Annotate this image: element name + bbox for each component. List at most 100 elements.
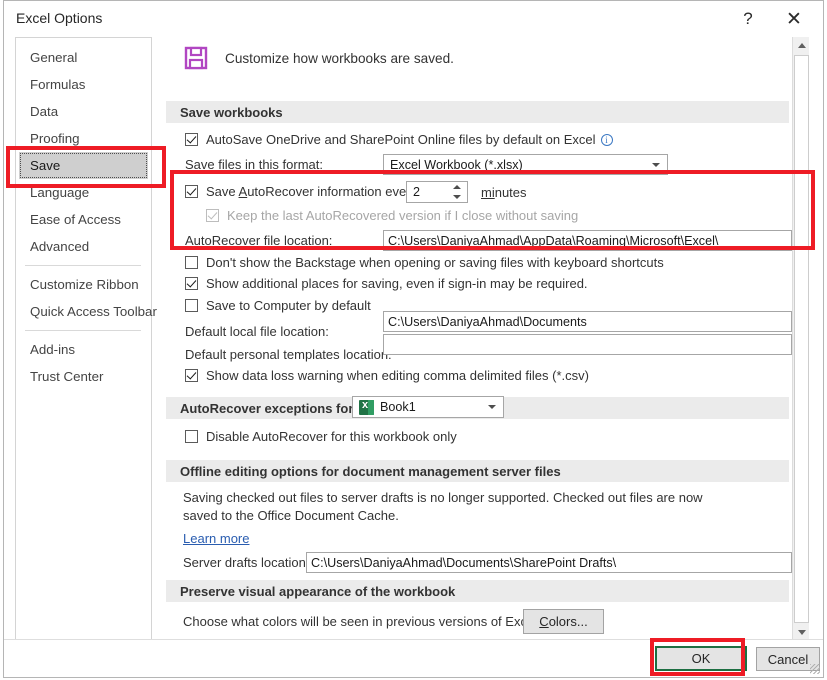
learn-more-link[interactable]: Learn more — [183, 531, 249, 546]
sidebar-item-label: Save — [30, 158, 60, 173]
save-floppy-icon — [183, 45, 209, 71]
scrollbar-thumb[interactable] — [794, 55, 809, 623]
autorecover-workbook-dropdown[interactable]: Book1 — [352, 396, 504, 418]
server-drafts-input[interactable]: C:\Users\DaniyaAhmad\Documents\SharePoin… — [306, 552, 792, 573]
choose-colors-row: Choose what colors will be seen in previ… — [183, 614, 558, 629]
show-additional-places-checkbox[interactable]: Show additional places for saving, even … — [185, 276, 588, 291]
sidebar-item-label: Language — [30, 185, 89, 200]
csv-warning-checkbox[interactable]: Show data loss warning when editing comm… — [185, 368, 589, 383]
vertical-scrollbar[interactable] — [792, 37, 809, 641]
save-format-value: Excel Workbook (*.xlsx) — [390, 158, 523, 172]
checkbox-label: Disable AutoRecover for this workbook on… — [206, 429, 457, 444]
sidebar-divider — [25, 330, 141, 331]
checkbox-label: Don't show the Backstage when opening or… — [206, 255, 664, 270]
sidebar-item-quick-access-toolbar[interactable]: Quick Access Toolbar — [19, 298, 148, 325]
sidebar-divider — [25, 265, 141, 266]
server-drafts-value: C:\Users\DaniyaAhmad\Documents\SharePoin… — [311, 556, 616, 570]
sidebar-item-customize-ribbon[interactable]: Customize Ribbon — [19, 271, 148, 298]
page-title: Excel Options — [16, 10, 102, 26]
checkbox-label: Show additional places for saving, even … — [206, 276, 588, 291]
autorecover-location-label-row: AutoRecover file location: — [185, 233, 332, 248]
info-icon[interactable]: i — [601, 134, 613, 146]
sidebar-item-add-ins[interactable]: Add-ins — [19, 336, 148, 363]
checkbox-box — [185, 299, 198, 312]
checkbox-label: Keep the last AutoRecovered version if I… — [227, 208, 578, 223]
sidebar-item-label: Customize Ribbon — [30, 277, 139, 292]
default-local-label: Default local file location: — [185, 324, 329, 339]
sidebar-item-label: Add-ins — [30, 342, 75, 357]
server-drafts-label-row: Server drafts location: — [183, 555, 309, 570]
save-to-computer-checkbox[interactable]: Save to Computer by default — [185, 298, 371, 313]
keep-last-autorecovered-checkbox: Keep the last AutoRecovered version if I… — [206, 208, 578, 223]
group-title: Offline editing options for document man… — [180, 464, 561, 479]
default-local-label-row: Default local file location: — [185, 324, 329, 339]
save-format-label-row: Save files in this format: — [185, 157, 323, 172]
autorecover-location-input[interactable]: C:\Users\DaniyaAhmad\AppData\Roaming\Mic… — [383, 230, 792, 251]
checkbox-label: Save AutoRecover information every — [206, 184, 417, 199]
sidebar-item-label: Data — [30, 104, 58, 119]
sidebar-item-ease-of-access[interactable]: Ease of Access — [19, 206, 148, 233]
autorecover-every-checkbox[interactable]: Save AutoRecover information every — [185, 184, 417, 199]
autosave-onedrive-checkbox[interactable]: AutoSave OneDrive and SharePoint Online … — [185, 132, 613, 147]
sidebar-item-label: Advanced — [30, 239, 89, 254]
server-drafts-label: Server drafts location: — [183, 555, 309, 570]
autorecover-location-value: C:\Users\DaniyaAhmad\AppData\Roaming\Mic… — [388, 234, 718, 248]
autorecover-location-label: AutoRecover file location: — [185, 233, 332, 248]
help-icon[interactable]: ? — [727, 5, 769, 33]
group-header-offline-editing: Offline editing options for document man… — [166, 460, 789, 482]
default-templates-input[interactable] — [383, 334, 792, 355]
sidebar-item-label: Formulas — [30, 77, 85, 92]
default-templates-label: Default personal templates location: — [185, 347, 392, 362]
minutes-label: minutes — [481, 185, 527, 200]
minutes-label-accel: mi — [481, 185, 495, 200]
excel-options-dialog: Excel Options ? ✕ General Formulas Data … — [3, 0, 824, 678]
sidebar-item-general[interactable]: General — [19, 44, 148, 71]
group-title: Preserve visual appearance of the workbo… — [180, 584, 455, 599]
stepper-up-icon[interactable] — [453, 185, 461, 189]
checkbox-box — [185, 256, 198, 269]
offline-editing-paragraph: Saving checked out files to server draft… — [183, 489, 723, 525]
autorecover-workbook-value: Book1 — [380, 400, 416, 414]
colors-button-accel: C — [539, 614, 548, 629]
save-format-dropdown[interactable]: Excel Workbook (*.xlsx) — [383, 154, 668, 175]
chevron-down-icon — [652, 163, 660, 167]
sidebar-item-label: Quick Access Toolbar — [30, 304, 157, 319]
group-header-save-workbooks: Save workbooks — [166, 101, 789, 123]
save-format-label: Save files in this format: — [185, 157, 323, 172]
sidebar-item-advanced[interactable]: Advanced — [19, 233, 148, 260]
checkbox-box — [185, 430, 198, 443]
stepper-value: 2 — [413, 185, 420, 199]
sidebar-item-formulas[interactable]: Formulas — [19, 71, 148, 98]
group-title: AutoRecover exceptions for: — [180, 401, 358, 416]
autorecover-minutes-stepper[interactable]: 2 — [406, 181, 468, 203]
checkbox-box — [206, 209, 219, 222]
sidebar-item-proofing[interactable]: Proofing — [19, 125, 148, 152]
sidebar-item-label: General — [30, 50, 77, 65]
sidebar-item-language[interactable]: Language — [19, 179, 148, 206]
checkbox-box — [185, 185, 198, 198]
scroll-up-arrow-icon[interactable] — [793, 37, 809, 54]
group-header-preserve-appearance: Preserve visual appearance of the workbo… — [166, 580, 789, 602]
sidebar-item-save[interactable]: Save — [19, 152, 148, 179]
checkbox-label: Save to Computer by default — [206, 298, 371, 313]
stepper-down-icon[interactable] — [453, 195, 461, 199]
dont-show-backstage-checkbox[interactable]: Don't show the Backstage when opening or… — [185, 255, 664, 270]
panel-header: Customize how workbooks are saved. — [183, 45, 454, 71]
sidebar-item-label: Ease of Access — [30, 212, 121, 227]
colors-button[interactable]: Colors... — [523, 609, 604, 634]
sidebar-item-trust-center[interactable]: Trust Center — [19, 363, 148, 390]
chevron-down-icon — [488, 405, 496, 409]
choose-colors-label: Choose what colors will be seen in previ… — [183, 614, 541, 629]
disable-autorecover-checkbox[interactable]: Disable AutoRecover for this workbook on… — [185, 429, 457, 444]
options-panel: Customize how workbooks are saved. Save … — [161, 37, 809, 641]
close-icon[interactable]: ✕ — [773, 5, 815, 33]
resize-grip[interactable] — [810, 664, 820, 674]
default-local-input[interactable]: C:\Users\DaniyaAhmad\Documents — [383, 311, 792, 332]
sidebar: General Formulas Data Proofing Save Lang… — [15, 37, 152, 641]
ok-button[interactable]: OK — [655, 646, 747, 671]
colors-button-rest: olors... — [549, 614, 588, 629]
sidebar-item-data[interactable]: Data — [19, 98, 148, 125]
excel-workbook-icon — [359, 400, 374, 415]
checkbox-box — [185, 369, 198, 382]
group-title: Save workbooks — [180, 105, 283, 120]
